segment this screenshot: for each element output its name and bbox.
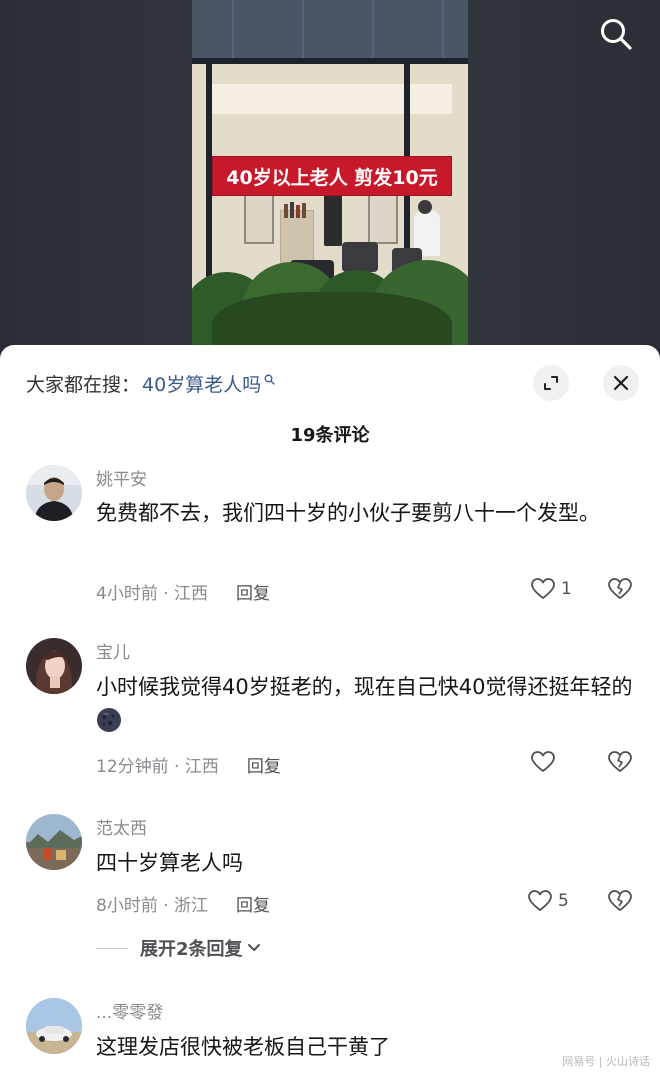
search-button[interactable]: [596, 14, 636, 54]
comment-item: 宝儿 小时候我觉得40岁挺老的，现在自己快40觉得还挺年轻的 12分钟前 · 江…: [0, 638, 660, 788]
comment-item: 范太西 四十岁算老人吗 8小时前 · 浙江 回复 5: [0, 814, 660, 917]
reply-button[interactable]: 回复: [247, 752, 281, 777]
comment-count-title: 19条评论: [290, 425, 370, 446]
reply-button[interactable]: 回复: [236, 891, 270, 916]
avatar[interactable]: [26, 638, 82, 694]
heart-icon: [531, 578, 555, 599]
avatar[interactable]: [26, 465, 82, 521]
dislike-button[interactable]: [607, 889, 633, 917]
like-button[interactable]: 5: [527, 889, 569, 913]
close-icon: [613, 375, 629, 391]
like-button[interactable]: 1: [530, 577, 572, 601]
watermark: 网易号 | 火山诗话: [562, 1055, 650, 1068]
comment-text: 免费都不去，我们四十岁的小伙子要剪八十一个发型。: [96, 501, 600, 525]
comment-time-location: 4小时前 · 江西: [96, 584, 209, 604]
search-icon: [264, 374, 275, 385]
trending-search-link[interactable]: 40岁算老人吗: [142, 370, 261, 397]
comment-meta: 4小时前 · 江西 回复: [96, 579, 270, 604]
moon-face-emoji: [97, 708, 121, 732]
comment-username[interactable]: 范太西: [96, 814, 147, 839]
avatar[interactable]: [26, 814, 82, 870]
comment-time-location: 12分钟前 · 江西: [96, 757, 219, 777]
dislike-button[interactable]: [607, 577, 633, 605]
heart-icon: [531, 751, 555, 772]
comment-meta: 12分钟前 · 江西 回复: [96, 752, 281, 777]
heart-icon: [528, 890, 552, 911]
video-player[interactable]: 40岁以上老人 剪发10元: [0, 0, 660, 345]
comment-item: ...零零發 这理发店很快被老板自己干黄了: [0, 998, 660, 1075]
reply-button[interactable]: 回复: [236, 579, 270, 604]
chevron-down-icon: [247, 944, 260, 951]
trending-search-prefix: 大家都在搜：: [26, 373, 141, 396]
like-count: 1: [561, 579, 572, 599]
comment-username[interactable]: 宝儿: [96, 638, 130, 663]
like-count: 5: [558, 891, 569, 911]
avatar[interactable]: [26, 998, 82, 1054]
comment-text-content: 小时候我觉得40岁挺老的，现在自己快40觉得还挺年轻的: [96, 675, 633, 699]
broken-heart-icon: [608, 751, 632, 772]
comment-meta: 8小时前 · 浙江 回复: [96, 891, 270, 916]
expand-button[interactable]: [533, 365, 569, 401]
video-frame: 40岁以上老人 剪发10元: [192, 0, 468, 345]
expand-icon: [544, 376, 558, 390]
comment-username[interactable]: 姚平安: [96, 465, 147, 490]
promo-banner: 40岁以上老人 剪发10元: [212, 156, 452, 196]
building-facade: [192, 0, 468, 62]
comment-item: 姚平安 免费都不去，我们四十岁的小伙子要剪八十一个发型。 4小时前 · 江西 回…: [0, 465, 660, 615]
divider: [96, 947, 128, 949]
comment-text: 这理发店很快被老板自己干黄了: [96, 1035, 390, 1059]
broken-heart-icon: [608, 578, 632, 599]
shrubbery: [192, 260, 468, 345]
expand-replies-label: 展开2条回复: [140, 939, 243, 960]
dislike-button[interactable]: [607, 750, 633, 778]
like-button[interactable]: [530, 750, 561, 774]
comment-username[interactable]: ...零零發: [96, 998, 163, 1023]
comment-time-location: 8小时前 · 浙江: [96, 896, 209, 916]
close-button[interactable]: [603, 365, 639, 401]
search-icon: [601, 19, 632, 50]
expand-replies-button[interactable]: 展开2条回复: [96, 935, 261, 961]
comment-text: 四十岁算老人吗: [96, 851, 243, 875]
broken-heart-icon: [608, 890, 632, 911]
comment-text: 小时候我觉得40岁挺老的，现在自己快40觉得还挺年轻的: [96, 670, 636, 738]
trending-search[interactable]: 大家都在搜： 40岁算老人吗: [26, 367, 275, 399]
comment-sheet: 大家都在搜： 40岁算老人吗 19条评论 姚平安 免费都不去，我们四十岁的小伙子…: [0, 345, 660, 1075]
